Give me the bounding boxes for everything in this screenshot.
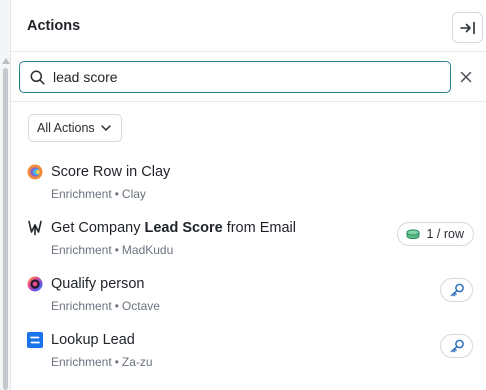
action-name: Lookup Lead	[51, 332, 135, 348]
chevron-down-icon	[100, 125, 111, 131]
clay-logo-icon	[27, 164, 43, 180]
key-icon	[450, 283, 464, 297]
actions-filter-dropdown[interactable]: All Actions	[28, 114, 122, 142]
madkudu-logo-icon	[28, 220, 42, 236]
outer-scrollbar[interactable]	[0, 0, 11, 390]
credit-cost-label: 1 / row	[426, 227, 464, 241]
action-meta: Enrichment • Za-zu	[51, 355, 153, 369]
action-meta: Enrichment • Clay	[51, 187, 146, 201]
action-provider: Octave	[121, 299, 160, 313]
list-item[interactable]: Lookup Lead Enrichment • Za-zu	[11, 324, 486, 374]
action-name-prefix: Get Company	[51, 220, 145, 236]
panel-title: Actions	[27, 17, 81, 34]
action-name-highlight: Lead Score	[144, 220, 223, 236]
clear-search-button[interactable]	[455, 65, 477, 89]
search-icon	[30, 70, 45, 85]
action-meta: Enrichment • MadKudu	[51, 243, 174, 257]
action-provider: MadKudu	[121, 243, 174, 257]
action-meta: Enrichment • Octave	[51, 299, 160, 313]
action-category: Enrichment	[51, 187, 112, 201]
octave-logo-icon	[27, 276, 43, 292]
action-name: Qualify person	[51, 276, 145, 292]
actions-panel: Actions All Actions	[11, 0, 486, 390]
zazu-logo-icon	[27, 332, 43, 348]
panel-header: Actions	[11, 0, 486, 52]
close-icon	[460, 71, 472, 83]
search-row	[11, 52, 486, 102]
key-icon	[450, 339, 464, 353]
action-category: Enrichment	[51, 355, 112, 369]
credit-cost-badge: 1 / row	[397, 222, 474, 246]
list-item[interactable]: Score Row in Clay Enrichment • Clay	[11, 156, 486, 206]
scrollbar-thumb[interactable]	[3, 68, 8, 390]
search-field[interactable]	[19, 61, 451, 93]
action-name-suffix: from Email	[222, 220, 296, 236]
collapse-panel-button[interactable]	[452, 12, 483, 43]
scroll-up-arrow-icon[interactable]	[2, 58, 10, 64]
search-input[interactable]	[53, 69, 433, 85]
action-name: Get Company Lead Score from Email	[51, 220, 296, 236]
action-category: Enrichment	[51, 243, 112, 257]
collapse-right-icon	[459, 21, 475, 34]
api-key-badge[interactable]	[440, 278, 473, 302]
action-category: Enrichment	[51, 299, 112, 313]
action-provider: Za-zu	[121, 355, 153, 369]
action-provider: Clay	[121, 187, 146, 201]
list-item[interactable]: Qualify person Enrichment • Octave	[11, 268, 486, 318]
coin-stack-icon	[406, 228, 420, 239]
action-name: Score Row in Clay	[51, 164, 171, 180]
filter-label: All Actions	[37, 121, 95, 135]
api-key-badge[interactable]	[440, 334, 473, 358]
